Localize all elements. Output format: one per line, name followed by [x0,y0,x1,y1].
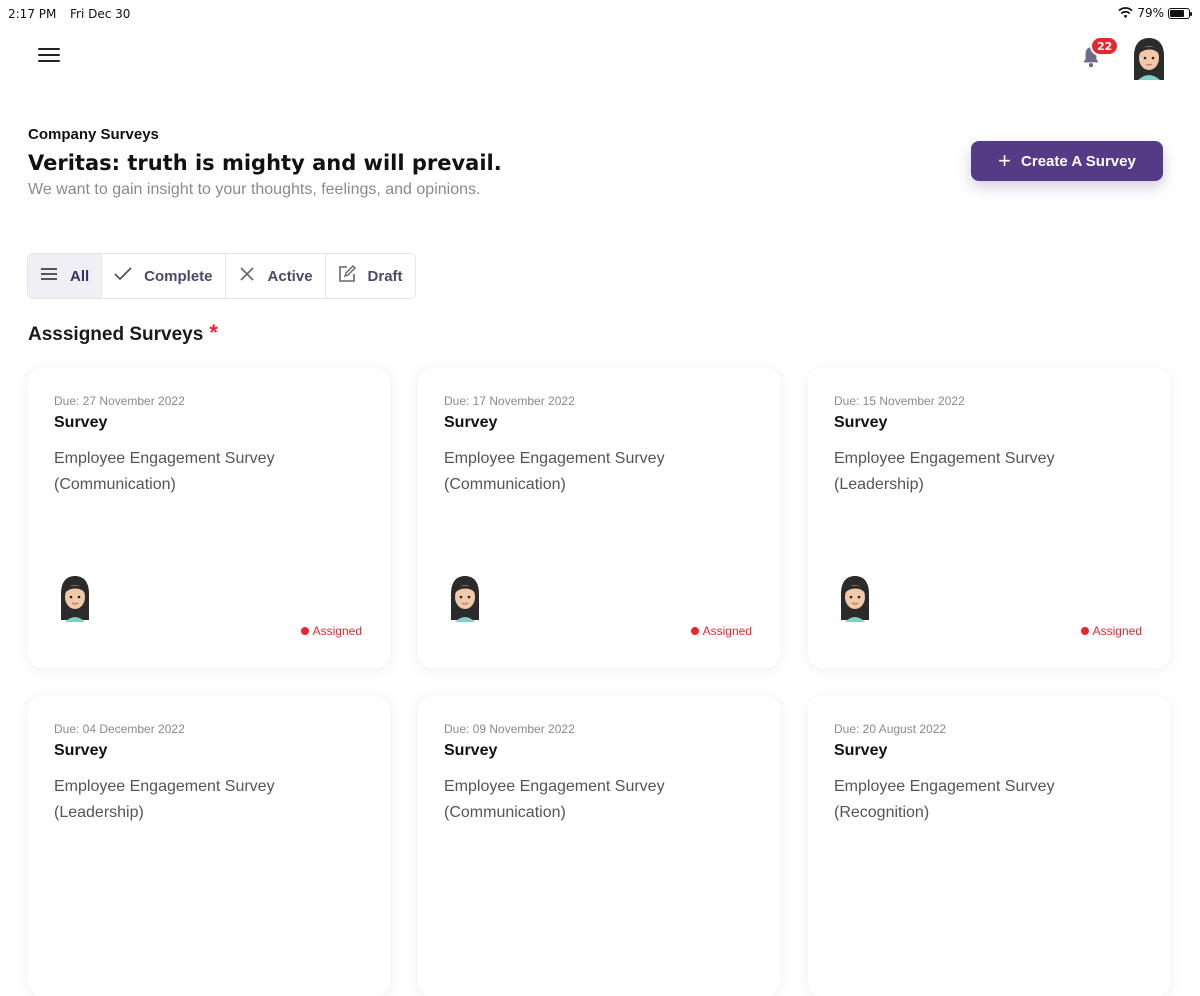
card-title: Employee Engagement Survey (Communicatio… [54,450,275,493]
menu-icon [40,267,58,285]
survey-card[interactable]: Due: 27 November 2022 Survey Employee En… [28,368,390,668]
status-dot-icon [300,627,309,635]
card-due-date: Due: 04 December 2022 [54,722,185,736]
card-type: Survey [834,414,888,431]
notification-badge: 22 [1090,36,1120,56]
assignee-avatar [840,575,870,622]
status-bar: 2:17 PM Fri Dec 30 79% [0,0,1200,28]
status-badge: Assigned [1080,624,1142,638]
status-label: Assigned [1092,624,1142,638]
filter-tab-label: Draft [367,267,403,285]
section-title-text: Asssigned Surveys [28,324,204,345]
status-label: Assigned [312,624,362,638]
card-title: Employee Engagement Survey (Communicatio… [444,450,665,493]
create-survey-label: Create A Survey [1021,152,1136,170]
card-type: Survey [834,742,888,759]
status-badge: Assigned [690,624,752,638]
battery-percent: 79% [1137,6,1164,20]
card-title: Employee Engagement Survey (Leadership) [54,778,275,821]
status-right: 79% [1118,6,1192,20]
survey-card[interactable]: Due: 17 November 2022 Survey Employee En… [418,368,780,668]
page-subtitle: We want to gain insight to your thoughts… [28,181,481,198]
page-kicker: Company Surveys [28,126,159,143]
card-type: Survey [54,414,108,431]
plus-icon: + [998,148,1012,173]
filter-tab-label: Complete [144,267,213,285]
edit-icon [338,264,356,288]
card-due-date: Due: 20 August 2022 [834,722,947,736]
filter-tab-active[interactable]: Active [226,254,326,298]
status-date: Fri Dec 30 [70,7,131,21]
create-survey-button[interactable]: + Create A Survey [971,141,1163,181]
profile-avatar[interactable] [1130,36,1168,80]
assignee-avatar [450,575,480,622]
filter-tab-complete[interactable]: Complete [102,254,226,298]
survey-card[interactable]: Due: 15 November 2022 Survey Employee En… [808,368,1170,668]
card-due-date: Due: 27 November 2022 [54,394,185,408]
x-icon [238,266,256,286]
wifi-icon [1118,7,1133,19]
filter-tab-label: All [70,267,90,285]
card-type: Survey [444,414,498,431]
status-label: Assigned [702,624,752,638]
card-type: Survey [54,742,108,759]
status-badge: Assigned [300,624,362,638]
filter-tabs: All Complete Active Draft [27,253,416,299]
filter-tab-draft[interactable]: Draft [326,254,415,298]
survey-card[interactable]: Due: 20 August 2022 Survey Employee Enga… [808,696,1170,996]
status-dot-icon [690,627,699,635]
battery-icon [1168,7,1192,19]
survey-card[interactable]: Due: 04 December 2022 Survey Employee En… [28,696,390,996]
card-due-date: Due: 09 November 2022 [444,722,575,736]
required-mark: * [209,320,218,345]
card-type: Survey [444,742,498,759]
page-header: Company Surveys Veritas: truth is mighty… [28,126,728,199]
filter-tab-label: Active [267,267,313,285]
page-title: Veritas: truth is mighty and will prevai… [28,151,502,175]
survey-card[interactable]: Due: 09 November 2022 Survey Employee En… [418,696,780,996]
card-title: Employee Engagement Survey (Communicatio… [444,778,665,821]
section-title: Asssigned Surveys * [28,320,218,346]
card-title: Employee Engagement Survey (Recognition) [834,778,1055,821]
card-due-date: Due: 15 November 2022 [834,394,965,408]
card-due-date: Due: 17 November 2022 [444,394,575,408]
status-dot-icon [1080,627,1089,635]
menu-button[interactable] [38,48,60,64]
assignee-avatar [60,575,90,622]
filter-tab-all[interactable]: All [28,254,103,298]
survey-card-grid: Due: 27 November 2022 Survey Employee En… [28,368,1172,996]
check-icon [114,266,132,286]
card-title: Employee Engagement Survey (Leadership) [834,450,1055,493]
status-time: 2:17 PM [8,7,57,21]
